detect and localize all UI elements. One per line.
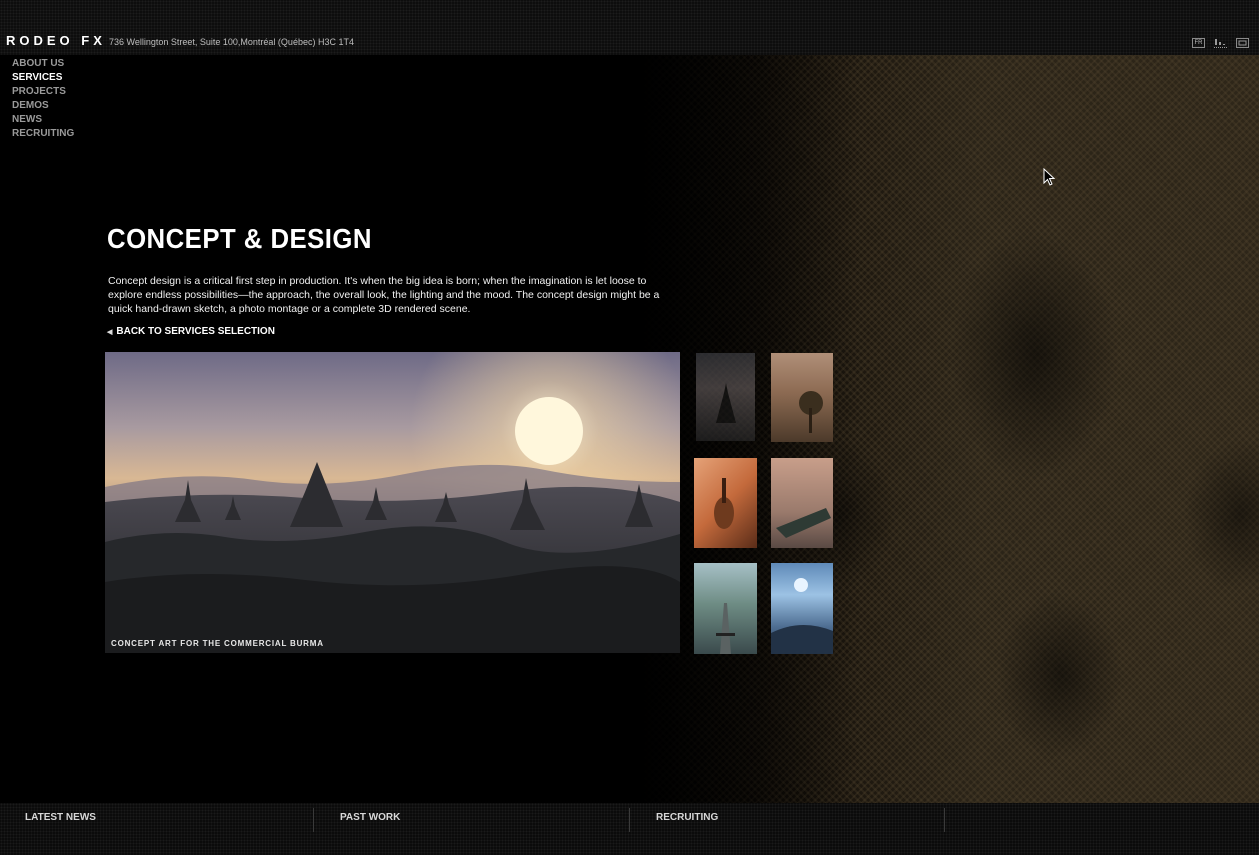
footer-latest-news[interactable]: LATEST NEWS <box>25 808 96 832</box>
rodeo-fx-logo[interactable]: RODEO FX <box>6 33 106 48</box>
main-concept-image <box>105 352 680 653</box>
main-nav: ABOUT US SERVICES PROJECTS DEMOS NEWS RE… <box>12 57 74 141</box>
back-link-label: BACK TO SERVICES SELECTION <box>116 326 275 337</box>
nav-item-news[interactable]: NEWS <box>12 113 74 127</box>
mouse-cursor-icon <box>1043 167 1056 191</box>
fullscreen-icon[interactable] <box>1236 38 1249 48</box>
nav-item-recruiting[interactable]: RECRUITING <box>12 127 74 141</box>
nav-item-projects[interactable]: PROJECTS <box>12 85 74 99</box>
thumbnail-runway-plane[interactable] <box>694 563 757 654</box>
page-title: CONCEPT & DESIGN <box>107 223 372 254</box>
thumbnail-burma-dusk[interactable] <box>696 353 755 441</box>
footer-divider <box>944 808 945 832</box>
studio-address: 736 Wellington Street, Suite 100,Montréa… <box>109 37 354 47</box>
back-to-services-link[interactable]: ◀ BACK TO SERVICES SELECTION <box>107 326 275 337</box>
thumbnail-burma-tree[interactable] <box>771 353 833 442</box>
nav-item-services[interactable]: SERVICES <box>12 71 74 85</box>
language-fr-icon[interactable]: FR <box>1192 38 1205 48</box>
nav-item-about-us[interactable]: ABOUT US <box>12 57 74 71</box>
nav-item-demos[interactable]: DEMOS <box>12 99 74 113</box>
footer-divider <box>629 808 630 832</box>
thumbnail-spaceship[interactable] <box>771 458 833 548</box>
footer-recruiting[interactable]: RECRUITING <box>656 808 718 832</box>
thumbnail-frozen-landscape[interactable] <box>771 563 833 654</box>
sitemap-icon[interactable] <box>1214 38 1227 48</box>
thumbnail-alchemy-still-life[interactable] <box>694 458 757 548</box>
footer-divider <box>313 808 314 832</box>
service-description: Concept design is a critical first step … <box>108 275 660 315</box>
footer-past-work[interactable]: PAST WORK <box>340 808 400 832</box>
back-arrow-icon: ◀ <box>107 328 113 336</box>
image-caption: CONCEPT ART FOR THE COMMERCIAL BURMA <box>111 639 324 648</box>
top-icons: FR <box>1192 38 1249 48</box>
